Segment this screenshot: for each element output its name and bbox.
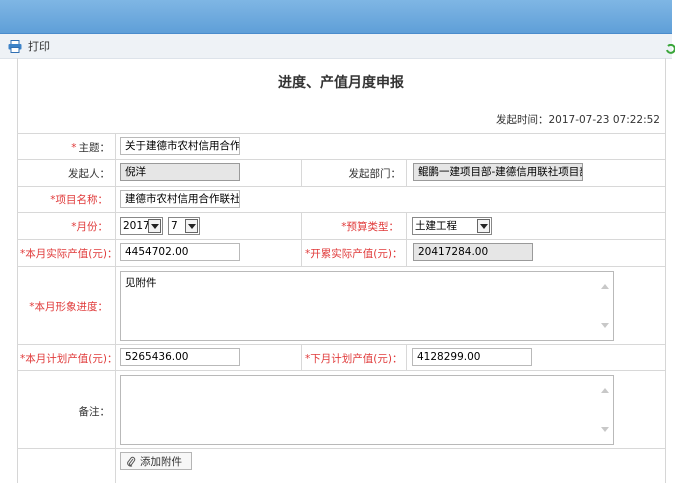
initiated-time-label: 发起时间：	[495, 114, 549, 126]
scroll-down-icon[interactable]	[601, 427, 609, 432]
year-select[interactable]: 2017	[120, 217, 163, 235]
plan-this-month-label: *本月计划产值(元)：	[20, 353, 118, 365]
plan-next-month-input[interactable]: 4128299.00	[412, 348, 532, 366]
column-divider	[406, 159, 407, 186]
budget-type-select[interactable]: 土建工程	[412, 217, 492, 235]
print-label: 打印	[28, 40, 50, 53]
print-button[interactable]: 打印	[8, 38, 50, 54]
printer-icon	[8, 39, 22, 53]
refresh-icon[interactable]	[665, 44, 675, 54]
plan-next-month-label: *下月计划产值(元)：	[305, 353, 403, 365]
month-select[interactable]: 7	[168, 217, 200, 235]
initiator-label: 发起人：	[68, 168, 110, 180]
project-input[interactable]: 建德市农村信用合作联社新	[120, 190, 240, 208]
column-divider	[301, 344, 302, 370]
scroll-down-icon[interactable]	[601, 323, 609, 328]
scroll-up-icon[interactable]	[601, 388, 609, 393]
column-divider	[406, 212, 407, 266]
column-divider	[115, 133, 116, 483]
progress-textarea[interactable]: 见附件	[120, 271, 614, 341]
plan-this-month-input[interactable]: 5265436.00	[120, 348, 240, 366]
department-field: 鲲鹏一建项目部-建德信用联社项目部	[413, 163, 583, 181]
top-header-bar	[0, 0, 672, 34]
progress-text: 见附件	[125, 277, 157, 289]
project-label: *项目名称：	[50, 194, 108, 206]
scrollbar[interactable]	[597, 272, 613, 340]
chevron-down-icon	[477, 219, 490, 233]
actual-output-input[interactable]: 4454702.00	[120, 243, 240, 261]
add-attachment-button[interactable]: 添加附件	[120, 452, 192, 470]
progress-label: *本月形象进度：	[29, 301, 108, 313]
paperclip-icon	[127, 456, 136, 467]
cumulative-output-field: 20417284.00	[413, 243, 533, 261]
remarks-textarea[interactable]	[120, 375, 614, 445]
column-divider	[406, 344, 407, 370]
form-title: 进度、产值月度申报	[278, 75, 404, 91]
column-divider	[301, 212, 302, 266]
department-label: 发起部门：	[348, 168, 402, 180]
toolbar: 打印	[0, 34, 672, 59]
actual-output-label: *本月实际产值(元)：	[20, 248, 118, 260]
remarks-label: 备注：	[78, 406, 111, 418]
scroll-up-icon[interactable]	[601, 284, 609, 289]
chevron-down-icon	[148, 219, 161, 233]
subject-input[interactable]: 关于建德市农村信用合作联	[120, 137, 240, 155]
scrollbar[interactable]	[597, 376, 613, 444]
add-attachment-label: 添加附件	[140, 455, 182, 468]
initiator-field: 倪洋	[120, 163, 240, 181]
initiated-time: 发起时间：2017-07-23 07:22:52	[17, 112, 660, 127]
month-label: *月份：	[71, 221, 108, 233]
subject-label: * 主题：	[71, 142, 110, 154]
budget-type-label: *预算类型：	[341, 221, 399, 233]
cumulative-output-label: *开累实际产值(元)：	[305, 248, 403, 260]
column-divider	[301, 159, 302, 186]
chevron-down-icon	[185, 219, 198, 233]
initiated-time-value: 2017-07-23 07:22:52	[548, 114, 660, 126]
